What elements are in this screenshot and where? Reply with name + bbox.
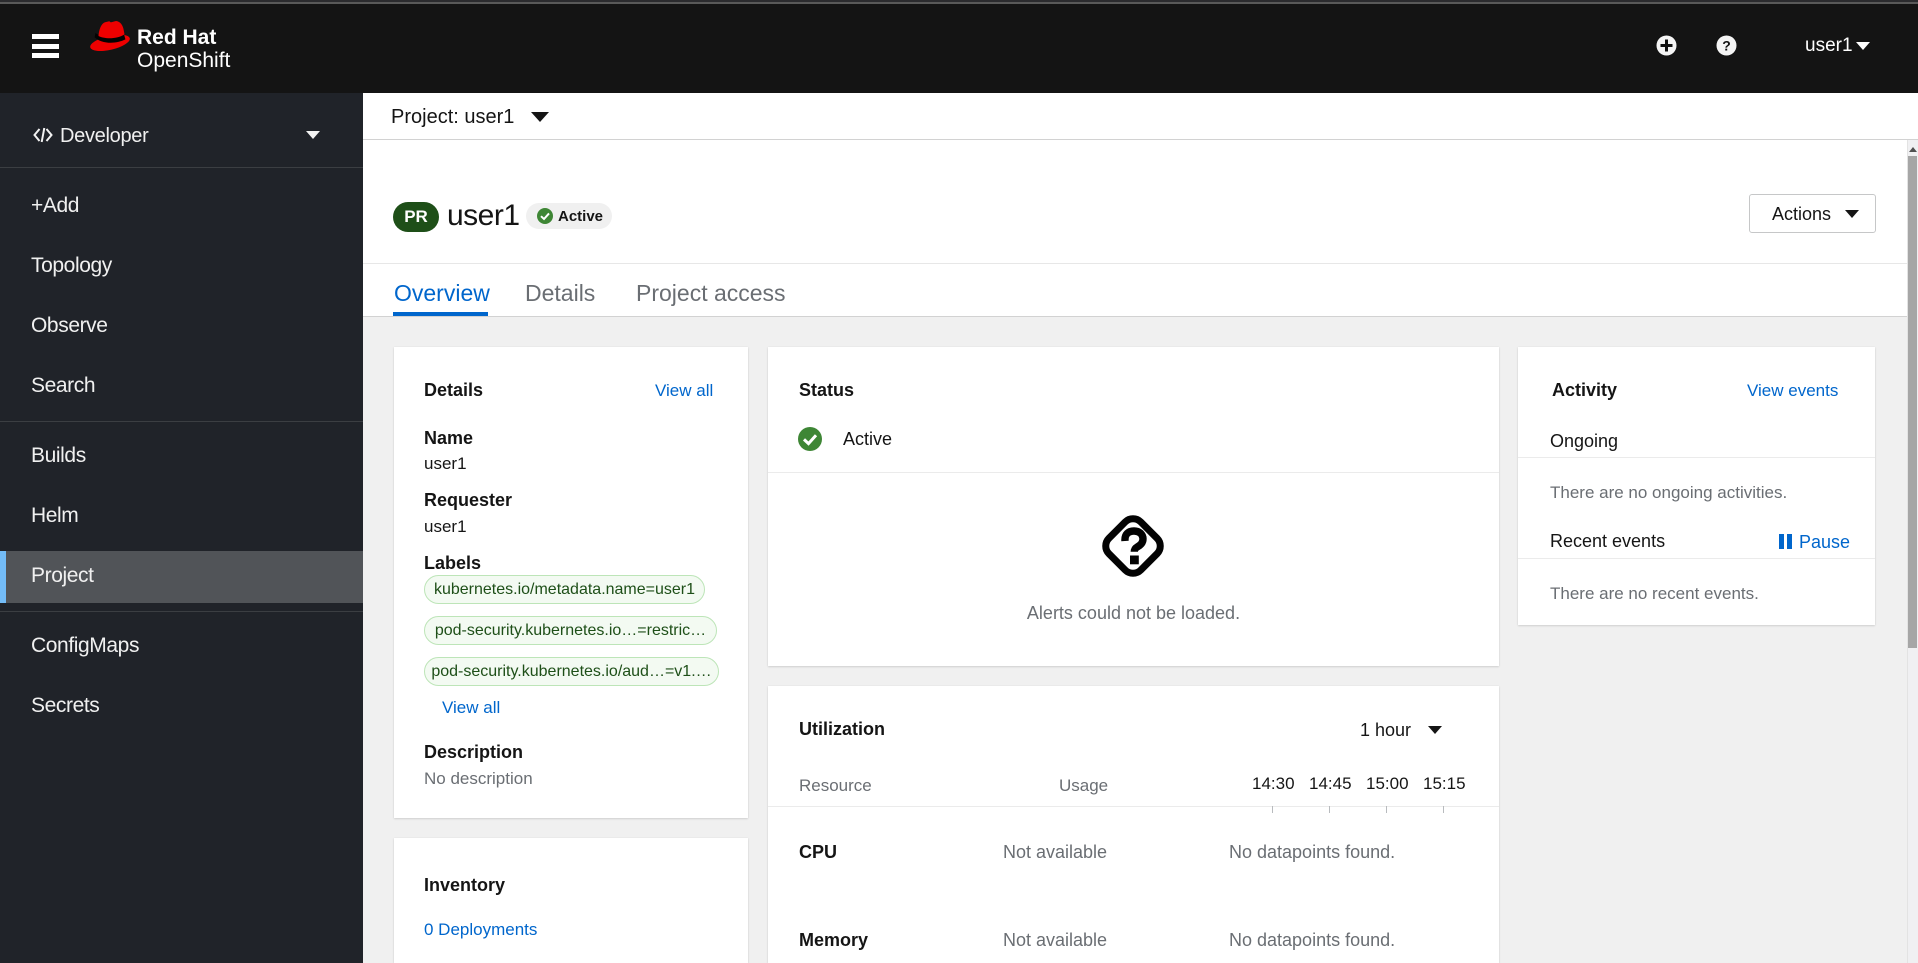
svg-text:?: ?: [1722, 38, 1731, 54]
